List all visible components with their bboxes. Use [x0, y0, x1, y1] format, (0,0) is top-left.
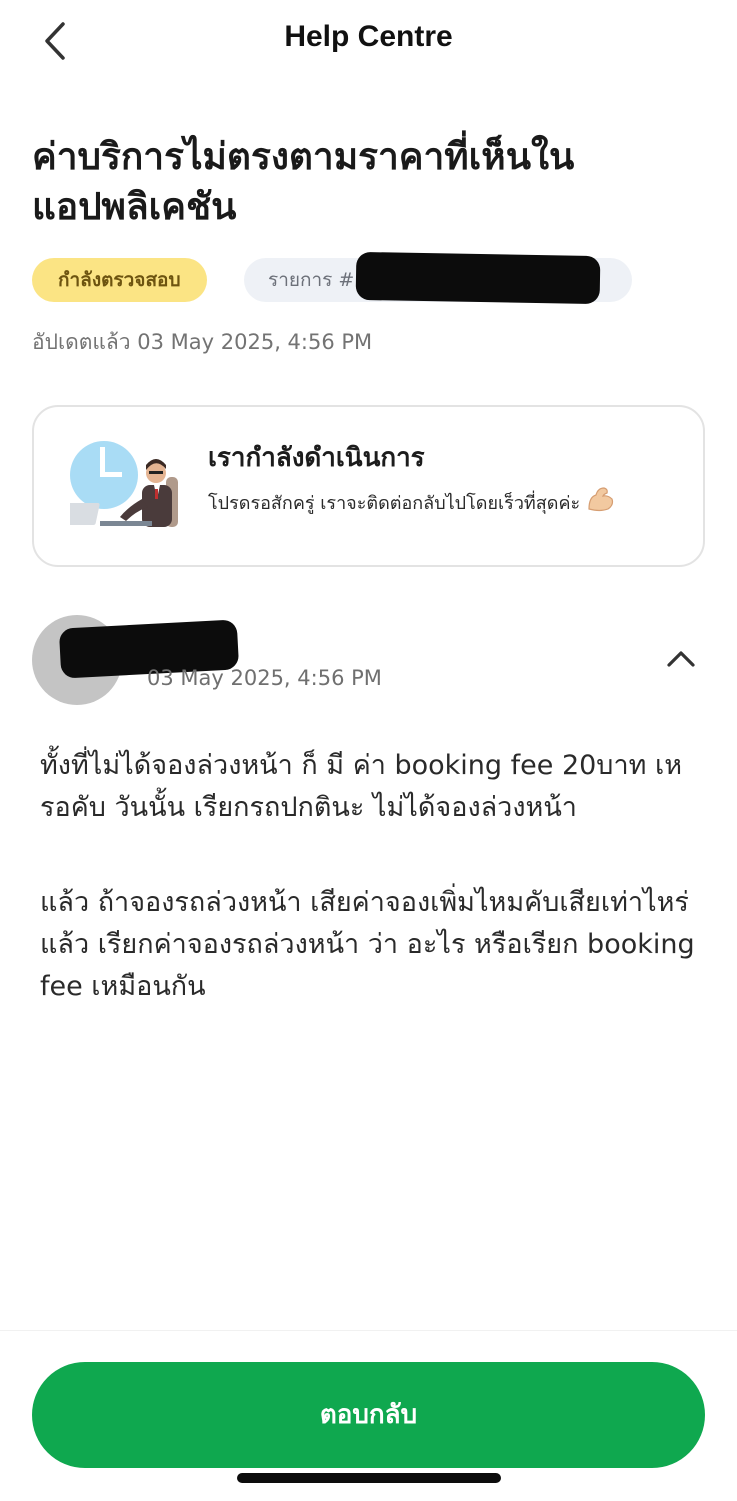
status-card-message: โปรดรอสักครู่ เราจะติดต่อกลับไปโดยเร็วที…	[208, 493, 581, 514]
reference-prefix: รายการ #	[268, 269, 355, 291]
redacted-reference-number	[355, 251, 601, 305]
status-badge: กำลังตรวจสอบ	[32, 258, 207, 302]
agent-at-desk-illustration	[70, 441, 178, 527]
reply-button[interactable]: ตอบกลับ	[32, 1362, 705, 1468]
status-card-title: เรากำลังดำเนินการ	[208, 443, 425, 473]
header-bar: Help Centre	[0, 0, 737, 84]
flexed-biceps-icon	[586, 485, 616, 523]
page-title: Help Centre	[284, 20, 453, 53]
collapse-button[interactable]	[656, 636, 706, 680]
message-timestamp: 03 May 2025, 4:56 PM	[147, 666, 382, 690]
home-indicator	[237, 1473, 501, 1483]
message-body: ทั้งที่ไม่ได้จองล่วงหน้า ก็ มี ค่า booki…	[40, 745, 710, 1061]
chevron-up-icon	[667, 651, 695, 667]
ticket-title: ค่าบริการไม่ตรงตามราคาที่เห็นในแอปพลิเคช…	[32, 135, 575, 228]
message-paragraph: แล้ว ถ้าจองรถล่วงหน้า เสียค่าจองเพิ่มไหม…	[40, 887, 695, 1002]
message-paragraph: ทั้งที่ไม่ได้จองล่วงหน้า ก็ มี ค่า booki…	[40, 750, 683, 823]
updated-timestamp: อัปเดตแล้ว 03 May 2025, 4:56 PM	[32, 330, 373, 354]
status-card-text: โปรดรอสักครู่ เราจะติดต่อกลับไปโดยเร็วที…	[208, 485, 686, 523]
status-info-card: เรากำลังดำเนินการ โปรดรอสักครู่ เราจะติด…	[32, 405, 705, 567]
